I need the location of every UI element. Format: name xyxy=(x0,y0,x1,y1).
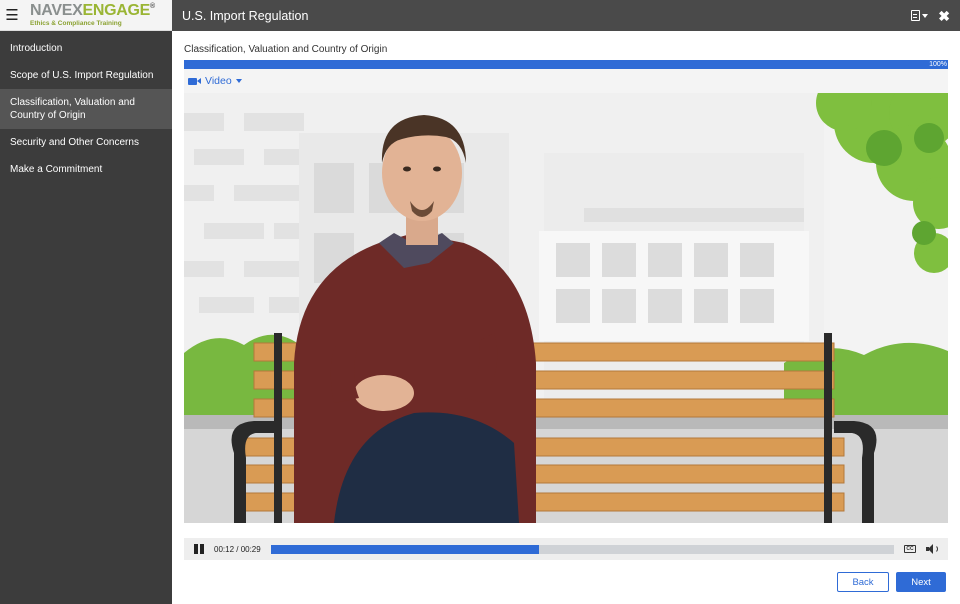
progress-label: 100% xyxy=(929,61,947,68)
brand-area: ☰ NAVEXENGAGE® Ethics & Compliance Train… xyxy=(0,0,172,31)
seek-bar-played xyxy=(270,544,539,554)
close-icon[interactable]: ✖ xyxy=(938,9,950,23)
sidebar-item-scope[interactable]: Scope of U.S. Import Regulation xyxy=(0,62,172,89)
logo-navex-text: NAVEX xyxy=(30,1,83,19)
sidebar-item-commitment[interactable]: Make a Commitment xyxy=(0,156,172,183)
sidebar: Introduction Scope of U.S. Import Regula… xyxy=(0,31,172,604)
chevron-down-icon xyxy=(922,13,929,18)
pause-icon[interactable] xyxy=(194,544,204,554)
chevron-down-icon xyxy=(235,79,242,83)
logo-registered-mark: ® xyxy=(150,2,155,10)
document-menu-button[interactable] xyxy=(911,10,929,21)
video-frame[interactable] xyxy=(184,93,948,523)
course-progress-bar: 100% xyxy=(184,60,948,69)
media-selector[interactable]: Video xyxy=(184,69,948,93)
timecode: 00:12 / 00:29 xyxy=(214,544,261,554)
main-content: Classification, Valuation and Country of… xyxy=(172,31,960,604)
document-icon xyxy=(911,10,921,21)
page-title: Classification, Valuation and Country of… xyxy=(184,44,388,55)
volume-icon[interactable] xyxy=(926,544,938,554)
video-still xyxy=(184,93,948,523)
next-button[interactable]: Next xyxy=(896,572,946,592)
sidebar-item-introduction[interactable]: Introduction xyxy=(0,31,172,62)
logo-tagline: Ethics & Compliance Training xyxy=(30,19,122,27)
seek-bar[interactable] xyxy=(270,544,894,554)
top-bar: ☰ NAVEXENGAGE® Ethics & Compliance Train… xyxy=(0,0,960,31)
logo-engage-text: ENGAGE xyxy=(82,1,150,19)
title-bar: U.S. Import Regulation ✖ xyxy=(172,0,960,31)
sidebar-item-security[interactable]: Security and Other Concerns xyxy=(0,129,172,156)
title-actions: ✖ xyxy=(911,9,950,23)
navex-engage-logo: NAVEXENGAGE® Ethics & Compliance Trainin… xyxy=(30,1,155,28)
back-button[interactable]: Back xyxy=(837,572,889,592)
hamburger-icon[interactable]: ☰ xyxy=(0,0,24,31)
media-selector-label: Video xyxy=(205,75,232,87)
video-camera-icon xyxy=(188,77,201,85)
sidebar-item-classification[interactable]: Classification, Valuation and Country of… xyxy=(0,89,172,129)
video-controls: 00:12 / 00:29 CC xyxy=(184,538,948,560)
course-title: U.S. Import Regulation xyxy=(182,8,309,23)
closed-captions-icon[interactable]: CC xyxy=(904,545,916,553)
